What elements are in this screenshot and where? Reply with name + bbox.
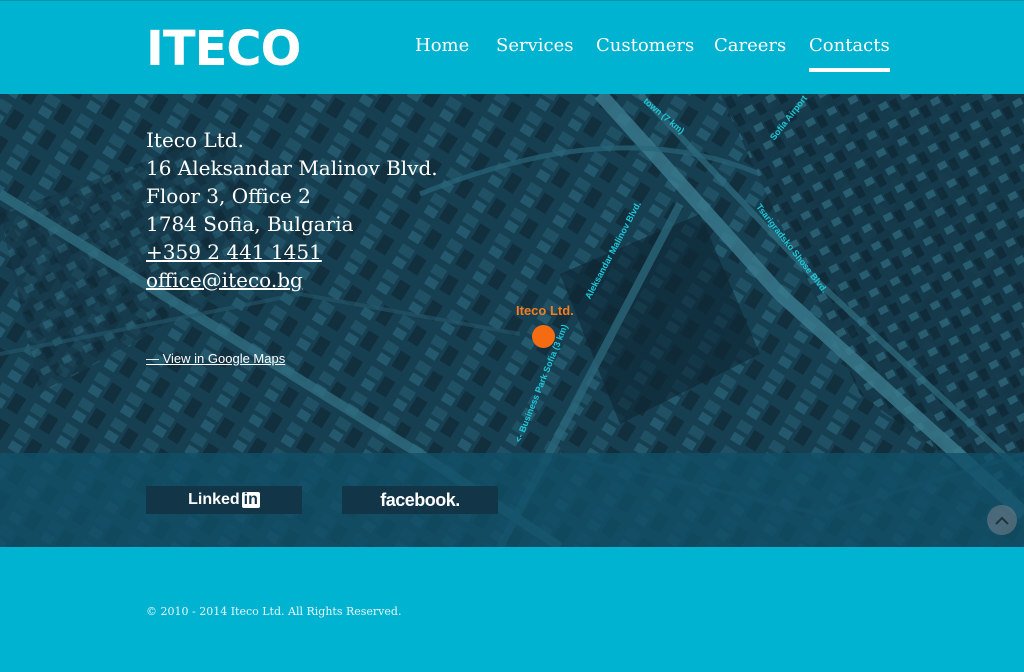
nav-careers[interactable]: Careers [714,35,786,56]
map-marker-label: Iteco Ltd. [516,303,574,318]
copyright-text: © 2010 - 2014 Iteco Ltd. All Rights Rese… [146,605,402,618]
phone-link[interactable]: +359 2 441 1451 [146,240,322,264]
nav-customers[interactable]: Customers [596,35,694,56]
linkedin-label: Linked [188,491,240,508]
email-link[interactable]: office@iteco.bg [146,268,303,292]
main-nav: Home Services Customers Careers Contacts [0,35,1024,75]
scroll-to-top-button[interactable] [987,505,1017,535]
city-country: 1784 Sofia, Bulgaria [146,212,354,236]
company-name: Iteco Ltd. [146,128,244,152]
nav-home[interactable]: Home [415,35,469,56]
facebook-label: facebook. [380,489,460,510]
floor-office: Floor 3, Office 2 [146,184,311,208]
linkedin-in-icon: in [241,491,260,508]
street-address: 16 Aleksandar Malinov Blvd. [146,156,438,180]
chevron-up-icon [995,516,1009,525]
site-header: ITECO Home Services Customers Careers Co… [0,0,1024,94]
map-marker-icon[interactable] [532,325,555,348]
contact-address: Iteco Ltd. 16 Aleksandar Malinov Blvd. F… [146,126,438,294]
nav-contacts[interactable]: Contacts [809,35,890,72]
google-maps-link[interactable]: — View in Google Maps [146,351,285,366]
nav-services[interactable]: Services [496,35,573,56]
facebook-button[interactable]: facebook. [342,486,498,514]
linkedin-button[interactable]: Linked in [146,486,302,514]
